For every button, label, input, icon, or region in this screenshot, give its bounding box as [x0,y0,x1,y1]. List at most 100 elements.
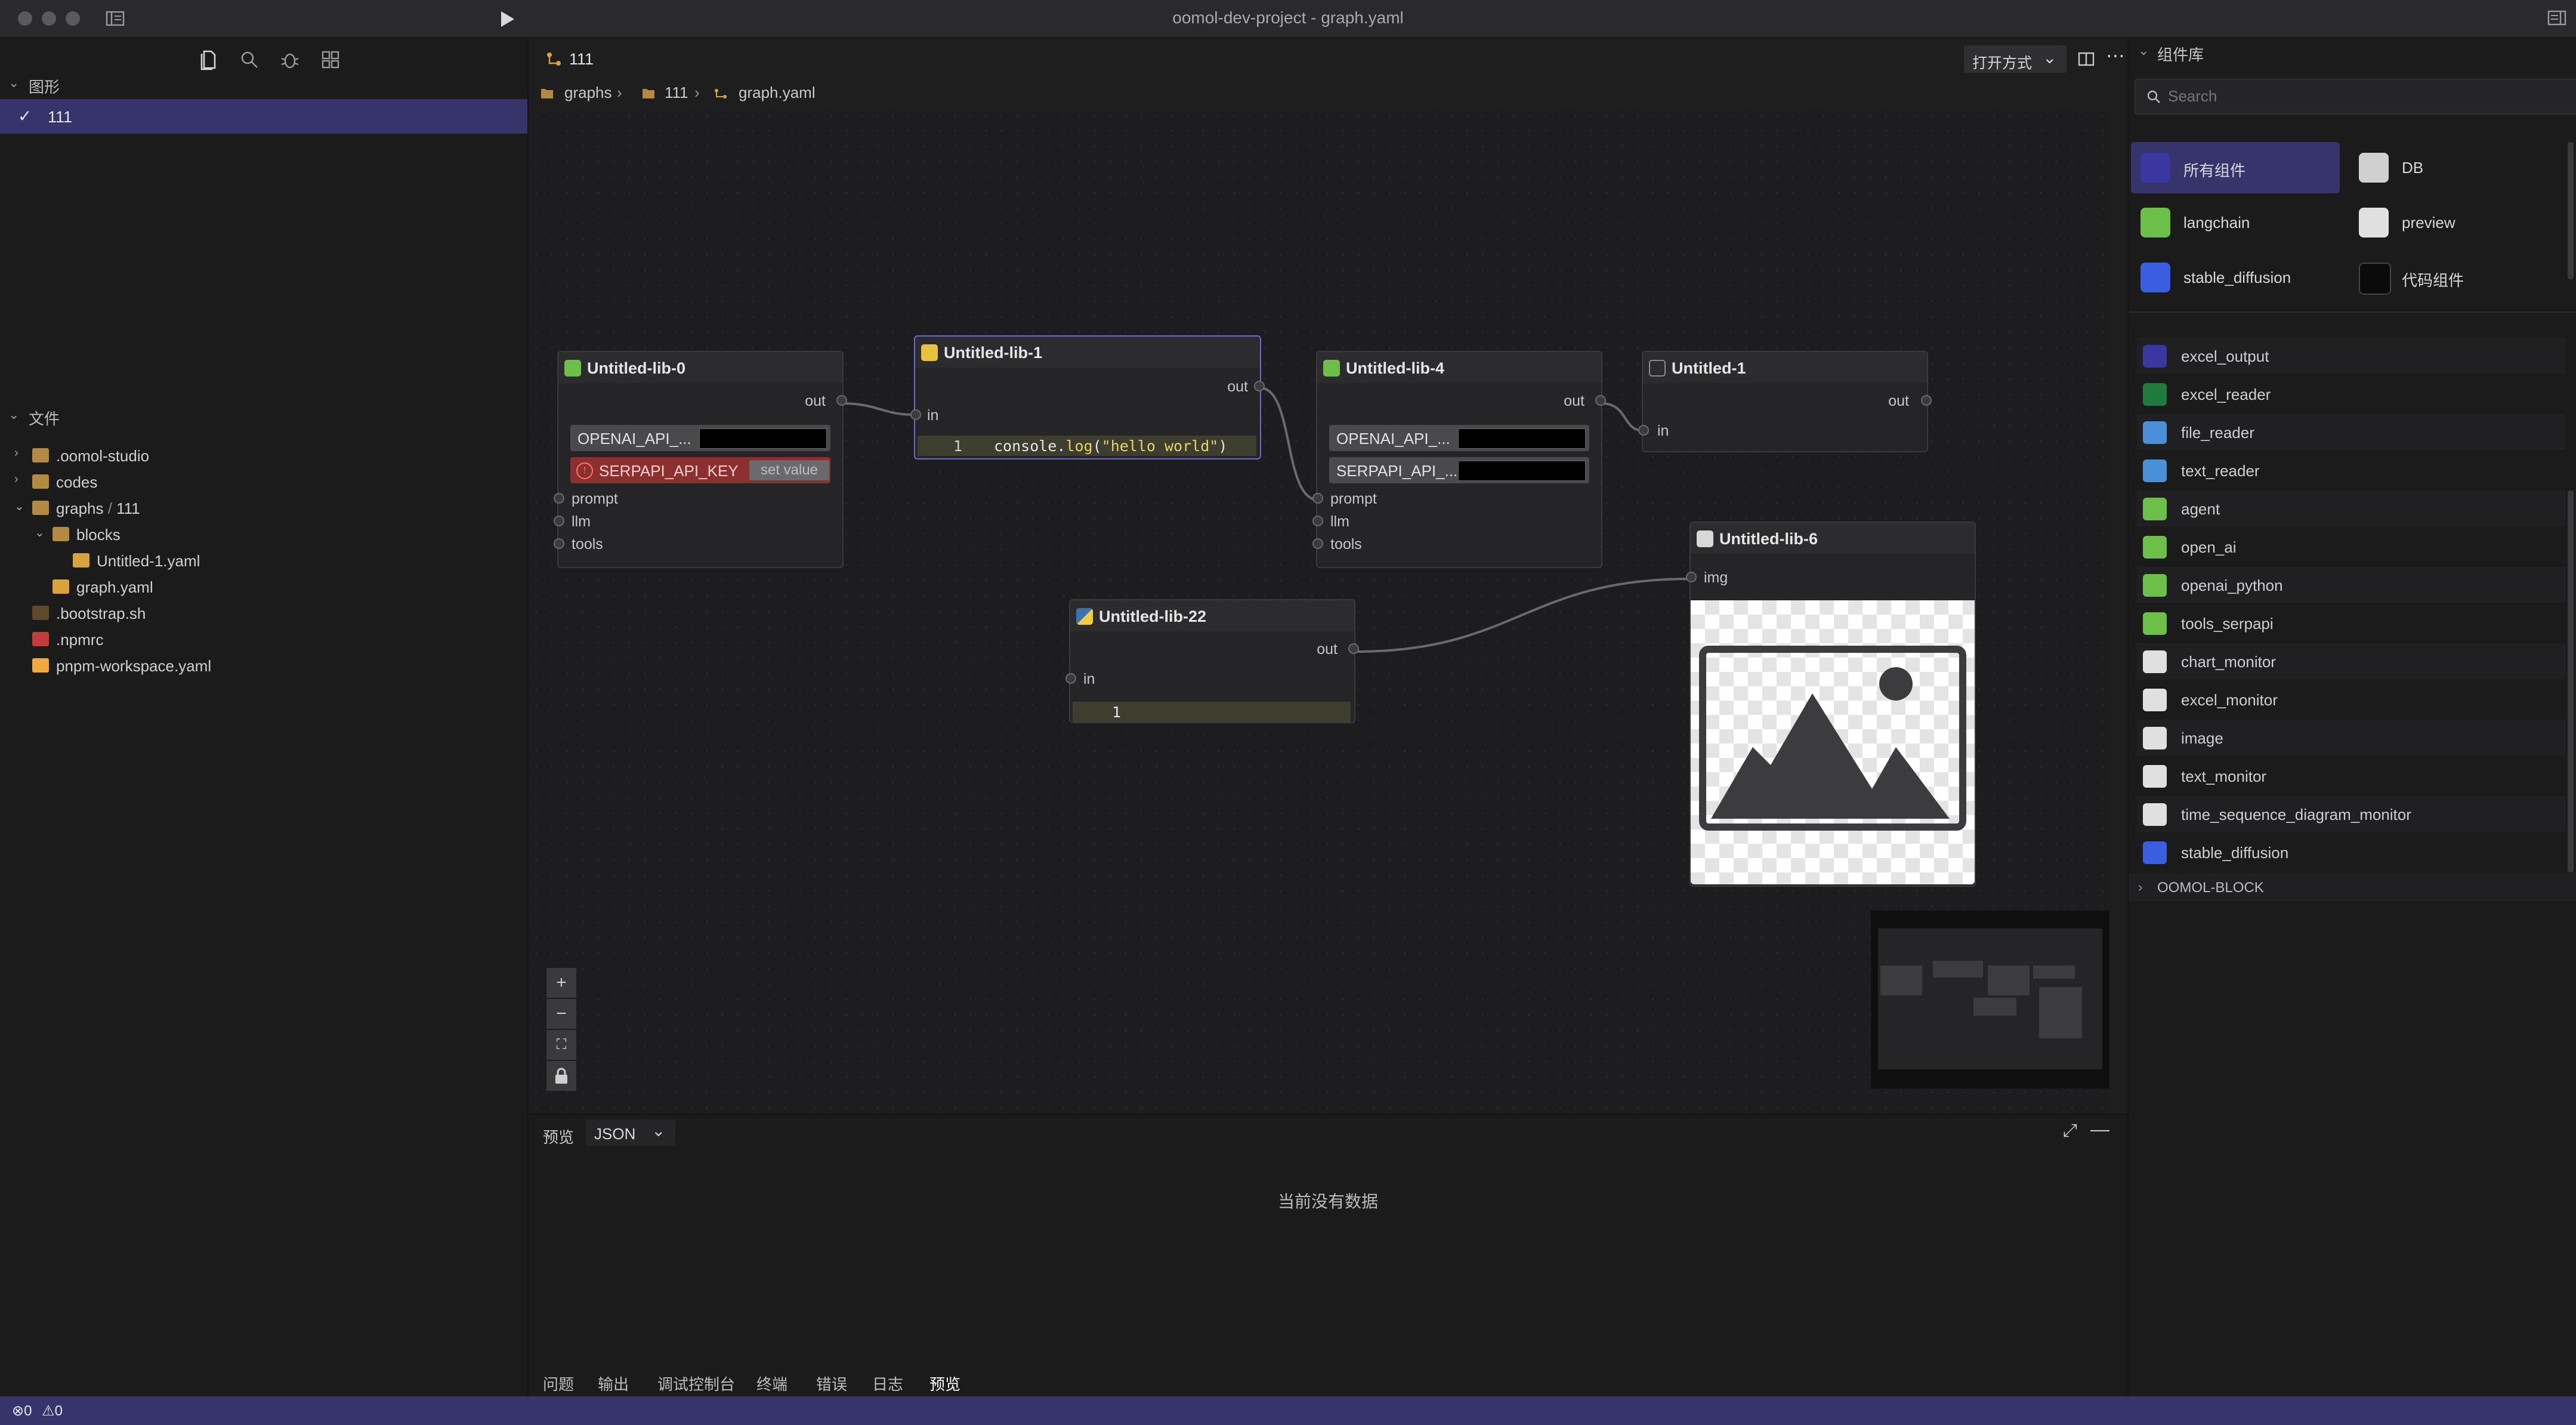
category-item[interactable]: langchain [2131,197,2340,248]
component-item[interactable]: excel_monitor [2137,681,2565,717]
error-icon: ⊗ [12,1403,24,1419]
component-item[interactable]: chart_monitor [2137,643,2565,679]
component-search-input[interactable] [2167,85,2563,107]
output-port-handle[interactable] [1595,395,1606,406]
lock-button[interactable] [546,1061,576,1091]
zoom-in-button[interactable]: + [546,968,576,998]
bottom-tab[interactable]: 日志 [872,1372,903,1395]
input-port-handle[interactable] [1686,572,1697,582]
component-label: agent [2181,500,2220,518]
category-label: langchain [2183,214,2250,232]
component-library-header[interactable]: ⌄ 组件库 [2129,37,2576,67]
minimap-node [1880,966,1922,995]
component-item[interactable]: open_ai [2137,529,2565,565]
minimize-panel-icon[interactable]: — [2090,1118,2109,1140]
component-item[interactable]: excel_output [2137,338,2565,374]
node-untitled-lib-22[interactable]: Untitled-lib-22 out in 1 [1065,599,1359,723]
node-untitled-1[interactable]: Untitled-1 out in [1638,351,1932,452]
node-header[interactable]: Untitled-lib-0 [558,352,842,383]
component-item[interactable]: file_reader [2137,414,2565,450]
input-port-handle[interactable] [1312,493,1323,504]
input-port-handle[interactable] [1065,673,1076,684]
bottom-tab[interactable]: 问题 [543,1372,574,1395]
port-tools-label: tools [1330,536,1362,553]
component-item[interactable]: openai_python [2137,567,2565,603]
component-item[interactable]: tools_serpapi [2137,605,2565,641]
input-port-handle[interactable] [910,409,921,420]
category-label: 代码组件 [2402,272,2464,289]
serpapi-api-key-field[interactable]: ! SERPAPI_API_KEY set value [570,457,830,483]
set-value-button[interactable]: set value [749,460,829,480]
bottom-tab[interactable]: 预览 [929,1372,961,1399]
openai-api-key-field[interactable]: OPENAI_API_... [1329,425,1589,451]
component-item[interactable]: image [2137,720,2565,755]
code-editor[interactable]: 1 console.log("hello world") [918,436,1256,456]
node-header[interactable]: Untitled-lib-6 [1691,523,1975,554]
bottom-tab[interactable]: 终端 [756,1372,787,1395]
output-port-handle[interactable] [1254,381,1265,391]
component-scrollbar[interactable] [2568,491,2574,872]
component-item[interactable]: text_monitor [2137,758,2565,794]
component-item[interactable]: excel_reader [2137,376,2565,412]
component-item[interactable]: text_reader [2137,452,2565,488]
serpapi-api-key-field[interactable]: SERPAPI_API_... [1329,457,1589,483]
minimap-node [1988,966,2030,995]
category-item[interactable]: 所有组件 [2131,142,2340,193]
line-number: 1 [953,437,963,455]
minimap[interactable] [1871,911,2109,1088]
component-item[interactable]: stable_diffusion [2137,834,2565,870]
category-scrollbar[interactable] [2568,142,2574,279]
maximize-panel-icon[interactable]: ⤢ [2063,1121,2077,1141]
openai-api-key-field[interactable]: OPENAI_API_... [570,425,830,451]
oomol-block-group[interactable]: › OOMOL-BLOCK [2129,874,2576,901]
code-editor[interactable]: 1 [1073,702,1351,722]
node-untitled-lib-0[interactable]: Untitled-lib-0 out OPENAI_API_... ! SERP… [554,351,847,568]
port-prompt-label: prompt [1330,491,1377,507]
chevron-down-icon: ⌄ [651,1121,666,1140]
bottom-tab[interactable]: 输出 [598,1372,629,1395]
serpapi-api-key-input[interactable] [1458,461,1586,481]
node-untitled-lib-6[interactable]: Untitled-lib-6 img [1686,522,1976,887]
error-count-item[interactable]: ⊗0 ⚠0 [12,1402,63,1420]
component-library-title: 组件库 [2157,46,2204,64]
preview-icon [2359,208,2389,237]
folder-icon [2143,459,2167,482]
terminal-icon [1649,360,1666,377]
node-header[interactable]: Untitled-lib-1 [915,337,1260,368]
node-untitled-lib-4[interactable]: Untitled-lib-4 out OPENAI_API_... SERPAP… [1312,351,1606,568]
node-untitled-lib-1[interactable]: Untitled-lib-1 out in 1 console.log("hel… [910,335,1265,459]
output-port-handle[interactable] [1348,643,1359,654]
bottom-tab[interactable]: 调试控制台 [657,1372,735,1395]
input-port-handle[interactable] [554,493,564,504]
langchain-icon [564,360,581,377]
terminal-icon [2359,263,2391,295]
input-port-handle[interactable] [1312,516,1323,526]
component-item[interactable]: agent [2137,491,2565,526]
category-item[interactable]: DB [2349,142,2558,193]
format-select[interactable]: JSON ⌄ [586,1119,675,1146]
component-label: excel_reader [2181,385,2271,403]
category-item[interactable]: preview [2349,197,2558,248]
zoom-out-button[interactable]: − [546,999,576,1029]
node-header[interactable]: Untitled-lib-22 [1070,600,1354,631]
image-placeholder-icon [1699,646,1966,831]
node-header[interactable]: Untitled-1 [1643,352,1927,383]
component-label: text_monitor [2181,767,2267,785]
node-title: Untitled-lib-0 [587,359,685,377]
input-port-handle[interactable] [1638,425,1649,436]
openai-api-key-input[interactable] [1458,428,1586,449]
openai-api-key-input[interactable] [699,428,827,449]
output-port-handle[interactable] [1921,395,1932,406]
output-port-handle[interactable] [836,395,847,406]
category-item[interactable]: 代码组件 [2349,252,2558,303]
category-item[interactable]: stable_diffusion [2131,252,2340,303]
fit-view-button[interactable]: ⛶ [546,1030,576,1060]
input-port-handle[interactable] [1312,538,1323,549]
input-port-handle[interactable] [554,516,564,526]
component-search-box[interactable] [2135,79,2576,115]
bottom-tab[interactable]: 错误 [816,1372,847,1395]
component-item[interactable]: time_sequence_diagram_monitor [2137,796,2565,832]
preview-icon [2143,727,2167,749]
input-port-handle[interactable] [554,538,564,549]
node-header[interactable]: Untitled-lib-4 [1317,352,1601,383]
